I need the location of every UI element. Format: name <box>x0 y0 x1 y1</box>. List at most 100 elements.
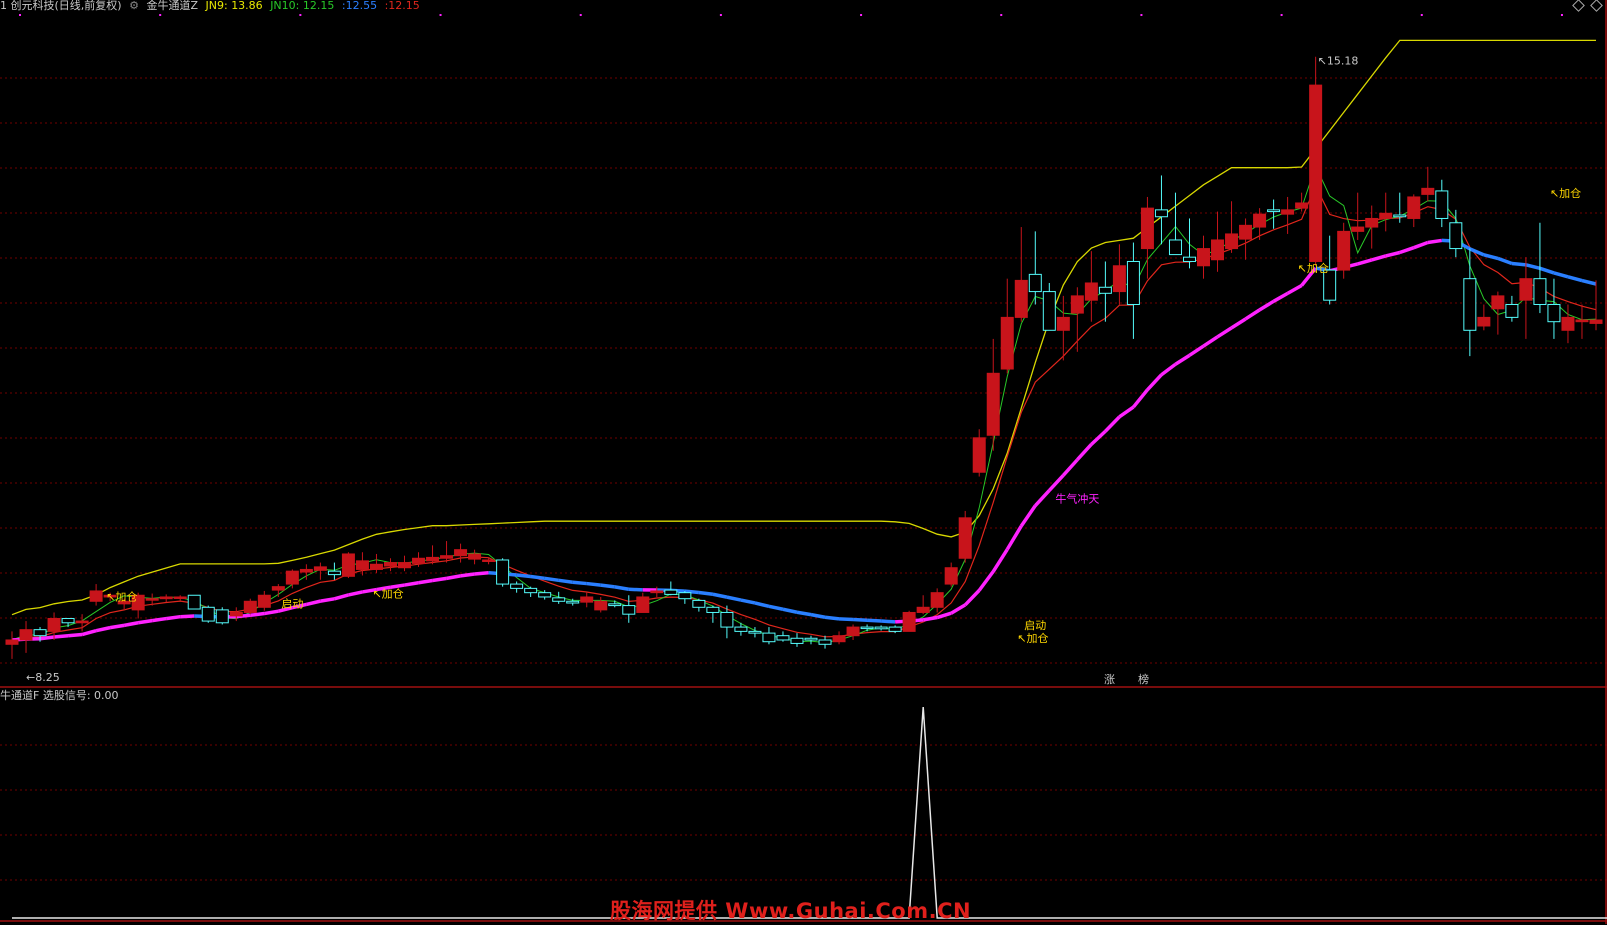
candle-body-up <box>6 640 18 644</box>
indicator-name[interactable]: 金牛通道Z <box>146 0 198 12</box>
candle-body-up <box>973 438 985 472</box>
add-position-label: ↖加仓 <box>372 586 403 600</box>
candle-body-down <box>525 588 537 592</box>
candle-body-up <box>833 636 845 642</box>
top-marker-dot <box>580 14 582 16</box>
candle-body-down <box>861 627 873 629</box>
candle-body-up <box>483 560 495 562</box>
candle-body-down <box>665 590 677 594</box>
candle-body-down <box>497 560 509 584</box>
signal-label: 选股信号: <box>43 689 91 702</box>
candle-body-down <box>1548 304 1560 321</box>
candle-body-up <box>581 597 593 602</box>
trend-line-up-segment <box>1091 431 1105 444</box>
trend-line-up-segment <box>82 631 96 635</box>
candle-body-up <box>469 554 481 559</box>
trend-line-up-segment <box>461 574 475 576</box>
top-marker-dot <box>299 14 301 16</box>
trend-line-down-segment <box>531 577 545 579</box>
trend-line-up-segment <box>54 636 68 637</box>
trend-line-up-segment <box>334 595 348 599</box>
add-position-label: ↖加仓 <box>1298 261 1329 275</box>
candle-body-down <box>721 612 733 627</box>
trend-line-up-segment <box>1204 337 1218 346</box>
trend-line-down-segment <box>797 612 811 614</box>
trend-line-up-segment <box>1232 319 1246 328</box>
candle-body-up <box>230 612 242 615</box>
trend-line-up-segment <box>152 619 166 621</box>
trend-line-up-segment <box>1147 375 1161 390</box>
candle-body-down <box>889 627 901 631</box>
candle-body-up <box>342 554 354 576</box>
low-price-label: ←8.25 <box>26 671 60 684</box>
trend-line-up-segment <box>979 572 993 591</box>
trend-line-up-segment <box>1274 293 1288 301</box>
trend-line-up-segment <box>68 635 82 636</box>
signal-line <box>12 707 1607 918</box>
candle-body-down <box>1534 279 1546 305</box>
trend-line-up-segment <box>1218 328 1232 337</box>
candle-body-up <box>1240 225 1252 239</box>
candle-body-down <box>1436 191 1448 219</box>
trend-line-down-segment <box>629 589 643 590</box>
blue-line-value: :12.55 <box>342 0 377 12</box>
trend-line-down-segment <box>1498 258 1512 263</box>
add-position-label: ↖加仓 <box>1017 631 1048 645</box>
indicator-lines <box>12 40 1596 642</box>
candle-body-up <box>637 597 649 612</box>
signal-panel <box>12 707 1607 918</box>
candle-body-up <box>76 621 88 623</box>
candle-body-down <box>1029 274 1041 291</box>
trend-line-up-segment <box>1358 260 1372 264</box>
trend-line-up-segment <box>1133 390 1147 407</box>
trend-line-up-segment <box>306 601 320 604</box>
candle-body-up <box>1254 214 1266 227</box>
candle-body-up <box>1015 280 1027 317</box>
trend-line-up-segment <box>1161 364 1175 374</box>
trend-line-down-segment <box>1470 249 1484 255</box>
candle-body-down <box>216 610 228 623</box>
trend-line-down-segment <box>881 621 895 622</box>
top-marker-dot <box>720 14 722 16</box>
candle-body-up <box>300 569 312 572</box>
candle-body-up <box>1366 218 1378 227</box>
trend-line-up-segment <box>250 614 264 616</box>
trend-line-up-segment <box>1288 285 1302 293</box>
candle-body-down <box>202 607 214 621</box>
candle-body-up <box>356 561 368 570</box>
candle-body-up <box>1226 234 1238 249</box>
candle-body-up <box>272 587 284 590</box>
start-signal-label: 启动 <box>1024 619 1046 632</box>
settings-icon[interactable]: ⚙ <box>129 0 139 12</box>
candle-body-down <box>567 601 579 603</box>
trend-line-up-segment <box>124 623 138 626</box>
trend-line-up-segment <box>1386 253 1400 256</box>
candle-body-up <box>455 550 467 556</box>
trend-line-down-segment <box>1526 265 1540 268</box>
candle-body-up <box>20 630 32 640</box>
trend-line-down-segment <box>699 593 713 595</box>
candle-body-up <box>931 593 943 608</box>
trend-line-down-segment <box>573 582 587 583</box>
trend-line-up-segment <box>1007 526 1021 549</box>
trend-line-up-segment <box>166 617 180 619</box>
candle-body-up <box>427 557 439 560</box>
candle-body-up <box>1478 317 1490 326</box>
jn10-value: 12.15 <box>303 0 335 12</box>
sub-indicator-name[interactable]: 牛通道F <box>0 689 39 702</box>
candle-body-up <box>1576 320 1588 322</box>
trend-line-down-segment <box>615 587 629 589</box>
candle-body-up <box>1422 188 1434 194</box>
high-price-label: ↖15.18 <box>1318 55 1359 68</box>
stock-title[interactable]: 1 创元科技(日线,前复权) <box>0 0 122 12</box>
top-marker-dot <box>1421 14 1423 16</box>
start-signal-label: 启动 <box>281 598 303 611</box>
trend-line-up-segment <box>1246 310 1260 319</box>
candle-body-up <box>917 607 929 612</box>
signal-value: 0.00 <box>94 689 119 702</box>
jn9-label: JN9: <box>206 0 228 12</box>
trend-line-up-segment <box>433 578 447 580</box>
candle-body-down <box>1183 257 1195 261</box>
candle-body-up <box>286 571 298 584</box>
chart-canvas[interactable]: ↖15.18←8.25↖加仓↖加仓↖加仓↖加仓↖加仓启动启动牛气冲天涨榜 <box>0 0 1607 924</box>
